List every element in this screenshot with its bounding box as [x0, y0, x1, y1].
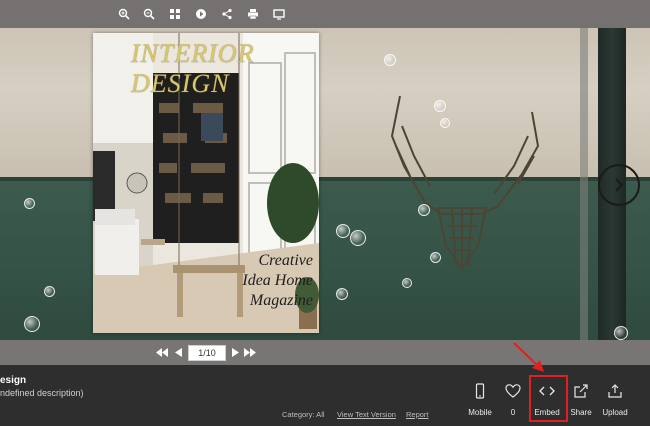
chevron-right-icon: [615, 178, 624, 192]
next-page-button[interactable]: [598, 164, 640, 206]
background-post: [580, 28, 588, 340]
thumbnails-icon[interactable]: [166, 5, 184, 23]
view-text-version-link[interactable]: View Text Version: [337, 410, 396, 419]
publication-title: esign: [0, 375, 27, 386]
play-icon[interactable]: [192, 5, 210, 23]
last-page-button[interactable]: [244, 347, 256, 358]
category-label: Category: All: [282, 410, 325, 419]
upload-label: Upload: [602, 408, 628, 417]
fullscreen-icon[interactable]: [270, 5, 288, 23]
heart-icon: [505, 384, 521, 398]
bubble-decoration: [402, 278, 412, 288]
upload-icon: [608, 384, 622, 398]
mobile-phone-icon: [475, 383, 485, 399]
magazine-title-line1: INTERIOR: [131, 39, 255, 68]
bubble-decoration: [336, 288, 348, 300]
magazine-title: INTERIOR DESIGN: [131, 39, 319, 99]
bubble-decoration: [430, 252, 441, 263]
zoom-in-icon[interactable]: [115, 5, 133, 23]
magazine-tagline-line3: Magazine: [249, 292, 313, 309]
chevron-left-icon: [174, 348, 182, 357]
viewer-toolbar: [0, 0, 650, 28]
share-arrow-icon: [574, 384, 588, 398]
bubble-decoration: [24, 198, 35, 209]
bubble-decoration: [44, 286, 55, 297]
double-chevron-right-icon: [244, 348, 256, 357]
deer-sculpture-image: [390, 96, 540, 270]
zoom-out-icon[interactable]: [140, 5, 158, 23]
magazine-tagline-line2: Idea Home: [242, 272, 313, 289]
chevron-right-small-icon: [231, 348, 239, 357]
first-page-button[interactable]: [156, 347, 168, 358]
bubble-decoration: [350, 230, 366, 246]
share-icon[interactable]: [218, 5, 236, 23]
embed-highlight-box: [529, 375, 568, 422]
flipbook-viewer[interactable]: INTERIOR DESIGN Creative Idea Home Magaz…: [0, 28, 650, 340]
page-number-input[interactable]: 1/10: [188, 345, 226, 361]
magazine-page[interactable]: INTERIOR DESIGN Creative Idea Home Magaz…: [93, 33, 319, 333]
upload-button[interactable]: Upload: [598, 380, 632, 420]
previous-page-button[interactable]: [172, 347, 184, 358]
bubble-decoration: [336, 224, 350, 238]
report-link[interactable]: Report: [406, 410, 429, 419]
bubble-decoration: [440, 118, 450, 128]
magazine-tagline: Creative Idea Home Magazine: [193, 251, 313, 311]
publication-description: ndefined description): [0, 388, 84, 398]
bubble-decoration: [418, 204, 430, 216]
double-chevron-left-icon: [156, 348, 168, 357]
magazine-tagline-line1: Creative: [258, 252, 314, 269]
bubble-decoration: [384, 54, 396, 66]
annotation-arrow-icon: [513, 342, 544, 372]
bubble-decoration: [614, 326, 628, 340]
magazine-title-line2: DESIGN: [131, 69, 230, 98]
print-icon[interactable]: [244, 5, 262, 23]
next-page-small-button[interactable]: [229, 347, 241, 358]
page-navigation-bar: 1/10: [0, 340, 650, 365]
bubble-decoration: [24, 316, 40, 332]
bubble-decoration: [434, 100, 446, 112]
